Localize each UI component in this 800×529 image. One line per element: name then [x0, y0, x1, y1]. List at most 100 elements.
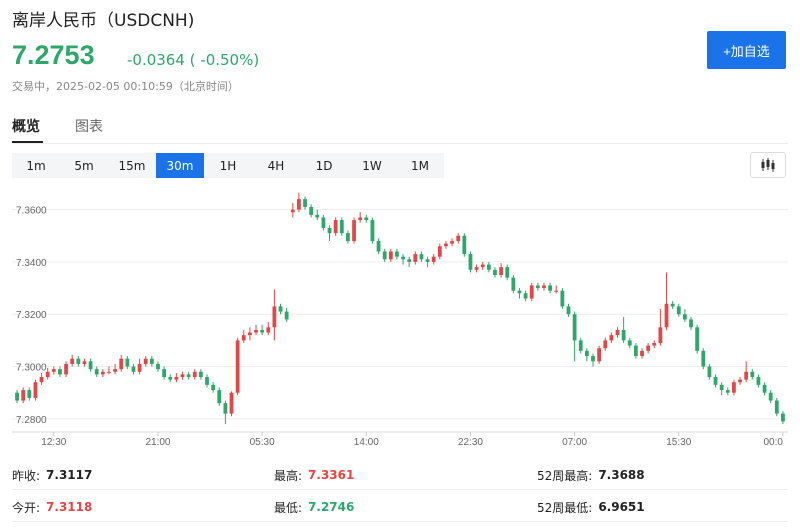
candle	[768, 390, 773, 404]
interval-1m[interactable]: 1m	[12, 153, 60, 178]
candle-body	[39, 377, 44, 383]
candle	[278, 303, 283, 315]
candle-body	[223, 403, 228, 414]
interval-5m[interactable]: 5m	[60, 153, 108, 178]
add-to-watchlist-button[interactable]: +加自选	[707, 31, 786, 69]
candle-body	[781, 413, 785, 422]
candle-body	[88, 361, 93, 370]
candle	[493, 267, 497, 278]
candle	[235, 337, 240, 396]
candle-body	[125, 358, 130, 367]
candle	[431, 254, 436, 265]
stat-value: 7.3688	[598, 468, 645, 482]
stats-row-1: 昨收: 7.3117 最高: 7.3361 52周最高: 7.3688	[12, 460, 788, 490]
tab-overview[interactable]: 概览	[12, 116, 40, 136]
tab-divider	[12, 143, 788, 144]
candle-body	[174, 377, 179, 380]
candle-body	[352, 220, 356, 241]
stat-52w-low: 52周最低: 6.9651	[537, 492, 645, 522]
interval-15m[interactable]: 15m	[108, 153, 156, 178]
candle-body	[156, 363, 160, 370]
candle-body	[517, 290, 522, 294]
candle	[358, 212, 363, 223]
candle	[572, 311, 577, 362]
candle	[633, 343, 638, 359]
candle-body	[15, 392, 19, 401]
candle	[640, 348, 644, 359]
candle	[186, 371, 191, 380]
candle-body	[395, 251, 399, 257]
candle	[603, 337, 608, 351]
candle	[168, 374, 173, 383]
candle	[781, 411, 785, 425]
candle	[584, 348, 589, 362]
candle-body	[603, 340, 608, 349]
candle-body	[615, 329, 620, 336]
candle	[615, 327, 620, 338]
candle	[247, 327, 252, 341]
x-tick-label: 05:30	[250, 437, 275, 448]
candle-body	[437, 246, 442, 257]
candle-body	[205, 377, 209, 385]
candle	[370, 217, 375, 244]
candle	[683, 309, 687, 323]
candle-body	[333, 220, 338, 234]
candle	[548, 282, 553, 294]
chart-grid	[12, 209, 788, 420]
interval-30m[interactable]: 30m	[156, 153, 204, 178]
candle	[505, 264, 510, 281]
candle	[284, 307, 289, 323]
candle	[125, 356, 130, 370]
candle-body	[376, 241, 381, 252]
stat-label: 52周最低:	[537, 500, 593, 515]
candle-body	[670, 303, 675, 307]
candle	[327, 225, 332, 241]
candle-body	[64, 363, 68, 375]
candle-body	[70, 358, 75, 364]
candle-body	[560, 290, 565, 307]
candle-body	[321, 217, 326, 228]
candle	[388, 248, 393, 262]
stat-label: 昨收:	[12, 468, 41, 483]
candle	[474, 264, 479, 273]
interval-1h[interactable]: 1H	[204, 153, 252, 178]
candle-body	[493, 269, 497, 275]
candle-body	[315, 214, 320, 218]
interval-1mo[interactable]: 1M	[396, 153, 444, 178]
stat-prev-close: 昨收: 7.3117	[12, 460, 92, 490]
candle	[88, 358, 93, 372]
x-tick-label: 21:00	[145, 437, 170, 448]
candle	[444, 241, 448, 249]
candle	[15, 390, 19, 404]
interval-selector: 1m 5m 15m 30m 1H 4H 1D 1W 1M	[12, 153, 444, 178]
stat-open: 今开: 7.3118	[12, 492, 92, 522]
candle-body	[266, 327, 271, 333]
candle-body	[149, 358, 154, 364]
candle	[352, 217, 356, 244]
candle	[339, 217, 344, 236]
candle	[578, 337, 583, 354]
chart-type-button[interactable]	[750, 152, 786, 178]
interval-1d[interactable]: 1D	[300, 153, 348, 178]
tab-chart[interactable]: 图表	[75, 116, 103, 136]
stat-label: 最高:	[274, 468, 303, 483]
candle-body	[235, 340, 240, 393]
candle-body	[578, 340, 583, 351]
candle	[70, 354, 75, 367]
stat-52w-high: 52周最高: 7.3688	[537, 460, 645, 490]
candle	[756, 374, 761, 388]
interval-1w[interactable]: 1W	[348, 153, 396, 178]
candle-body	[278, 306, 283, 312]
candle	[260, 324, 265, 336]
candle-body	[217, 390, 222, 404]
candle-body	[346, 233, 350, 241]
candle	[462, 233, 467, 257]
candlestick-chart[interactable]: 7.3600 7.3400 7.3200 7.3000 7.2800 12:30 21:0…	[0, 184, 800, 450]
candle-body	[51, 369, 56, 372]
candle	[149, 356, 154, 367]
candle-body	[701, 350, 706, 367]
candle-body	[523, 293, 528, 299]
interval-4h[interactable]: 4H	[252, 153, 300, 178]
candle-body	[633, 345, 638, 357]
candle-body	[774, 400, 779, 414]
